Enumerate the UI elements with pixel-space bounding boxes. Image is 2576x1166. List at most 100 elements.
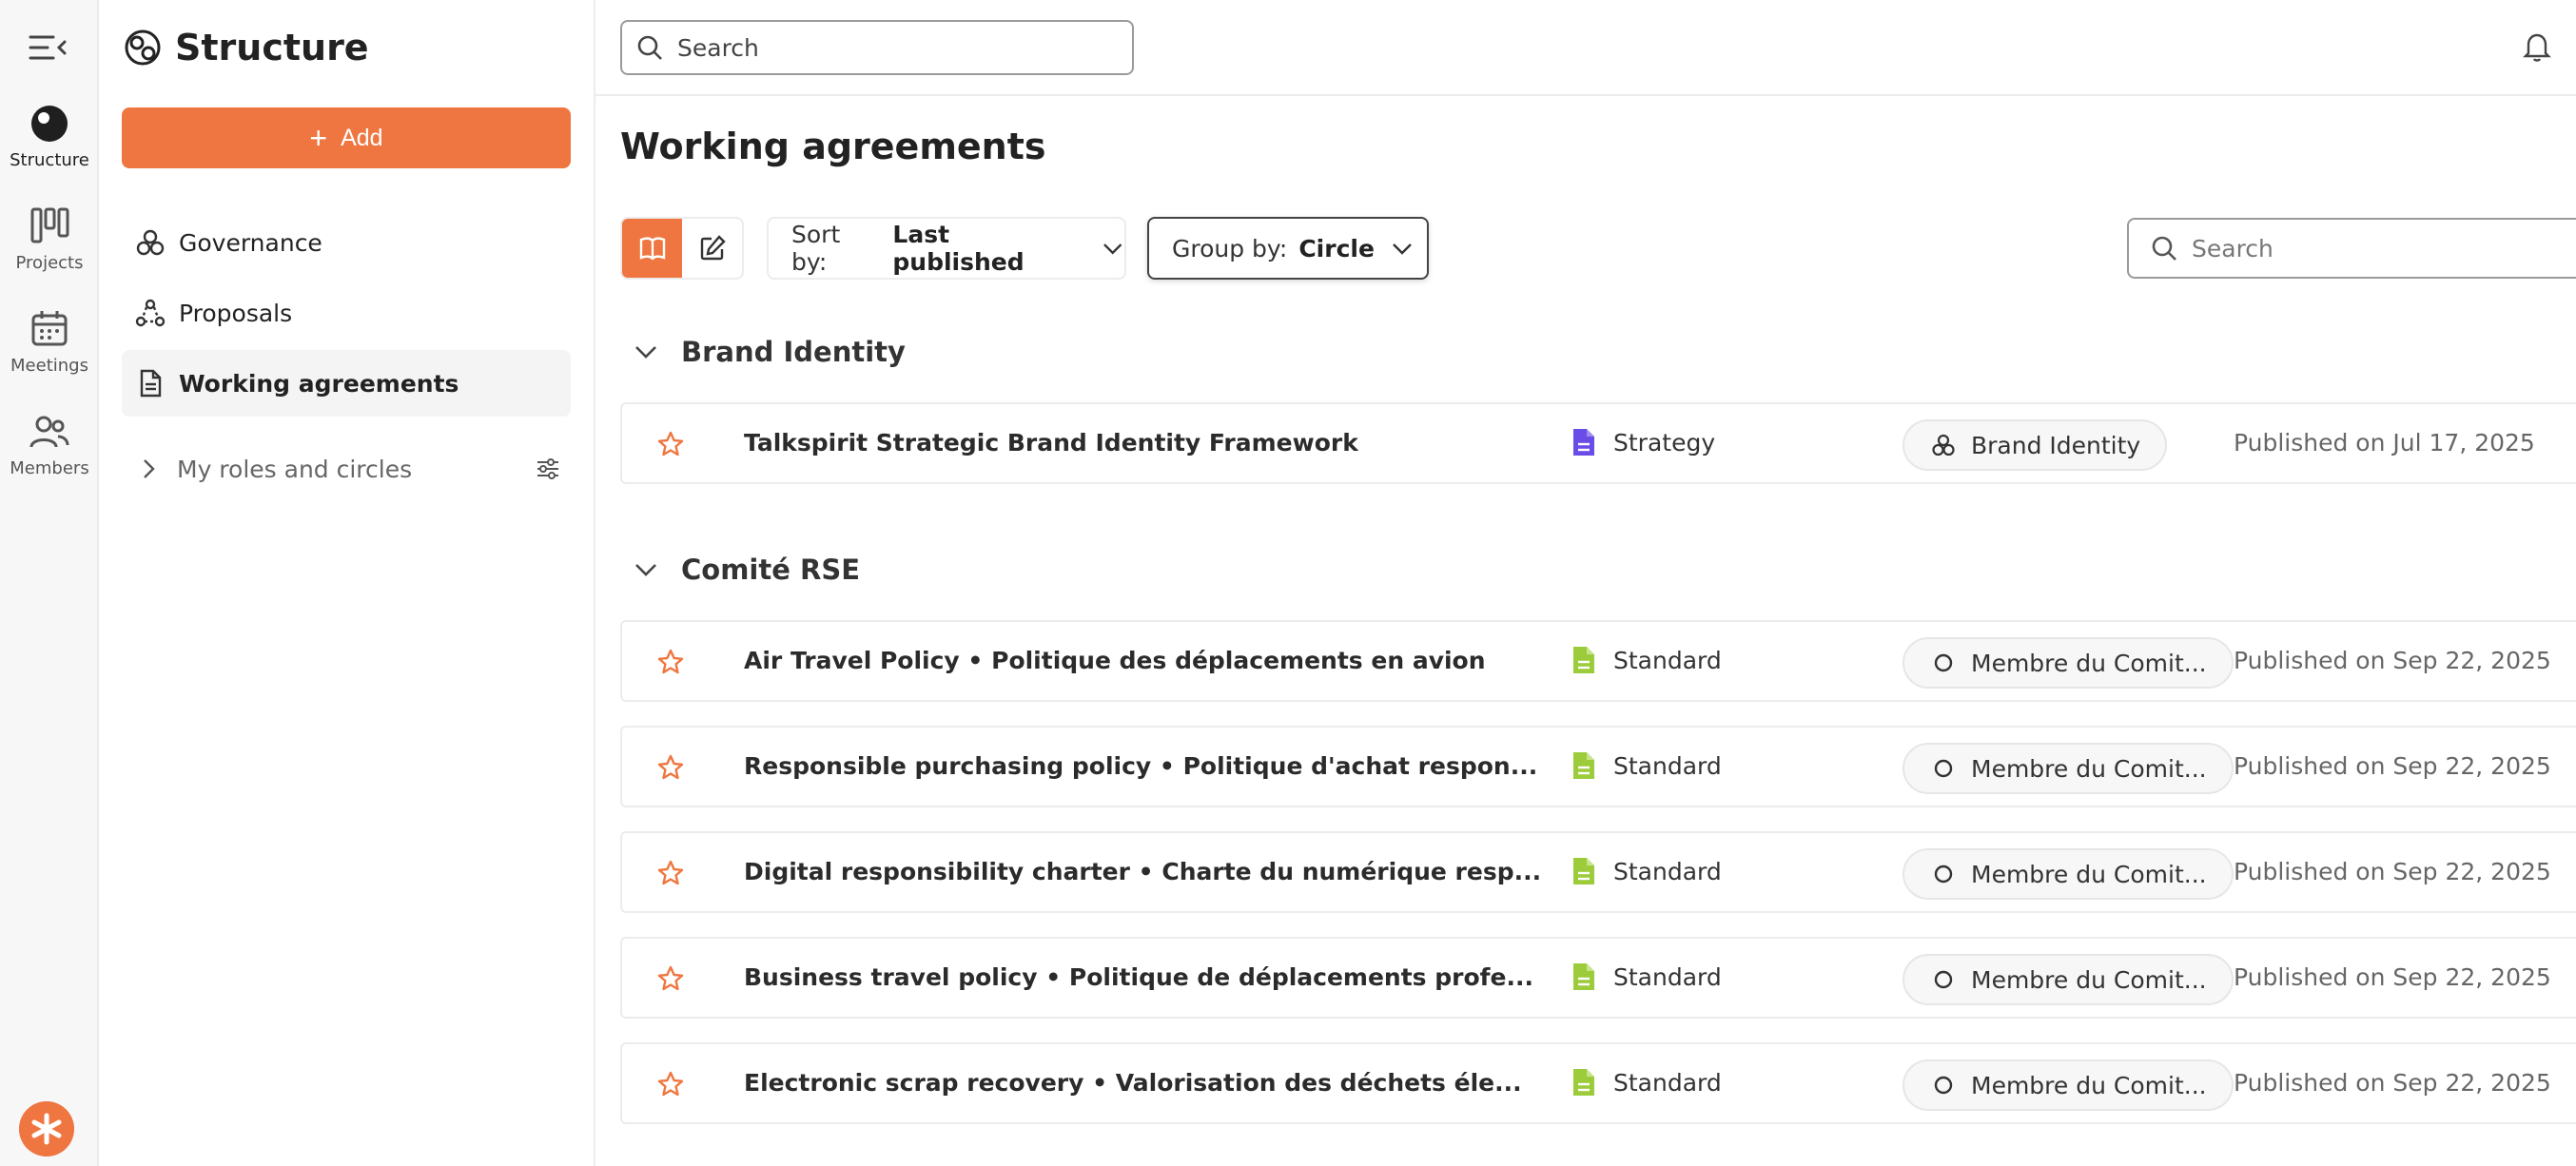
bell-icon[interactable] bbox=[2521, 30, 2553, 63]
list-search-input[interactable] bbox=[2192, 234, 2553, 262]
strategy-document-icon bbox=[1573, 429, 1594, 456]
sidebar-header: Structure bbox=[124, 23, 369, 72]
circle-badge[interactable]: Brand Identity bbox=[1903, 419, 2168, 471]
published-date: Published on Sep 22, 2025 bbox=[2234, 1069, 2551, 1097]
row-type: Standard bbox=[1571, 1067, 1722, 1098]
meetings-icon bbox=[31, 311, 68, 346]
projects-icon bbox=[30, 207, 69, 243]
circle-badge-label: Membre du Comit... bbox=[1971, 1071, 2207, 1099]
document-icon bbox=[140, 369, 162, 398]
circle-badge-label: Membre du Comit... bbox=[1971, 754, 2207, 783]
published-date: Published on Jul 17, 2025 bbox=[2234, 429, 2535, 457]
chevron-down-icon bbox=[635, 346, 656, 359]
rail-label: Structure bbox=[10, 150, 89, 170]
rail-item-structure[interactable]: Structure bbox=[0, 103, 99, 198]
circle-badge-label: Membre du Comit... bbox=[1971, 649, 2207, 677]
sidebar-item-governance[interactable]: Governance bbox=[122, 209, 571, 276]
published-date: Published on Sep 22, 2025 bbox=[2234, 752, 2551, 780]
table-row[interactable]: Air Travel Policy • Politique des déplac… bbox=[620, 620, 2576, 702]
row-title[interactable]: Talkspirit Strategic Brand Identity Fram… bbox=[744, 429, 1358, 457]
row-type-label: Strategy bbox=[1613, 428, 1716, 457]
role-circle-icon bbox=[1934, 1076, 1953, 1095]
group-header-brand-identity[interactable]: Brand Identity bbox=[632, 331, 906, 373]
sidebar-item-working-agreements[interactable]: Working agreements bbox=[122, 350, 571, 417]
star-icon[interactable] bbox=[656, 648, 685, 676]
page-title: Working agreements bbox=[620, 126, 1046, 167]
rail-label: Projects bbox=[15, 253, 84, 273]
star-icon[interactable] bbox=[656, 964, 685, 993]
global-search-input[interactable] bbox=[677, 33, 1096, 62]
global-search[interactable] bbox=[620, 20, 1134, 75]
sort-dropdown[interactable]: Sort by: Last published bbox=[767, 217, 1126, 280]
read-view-button[interactable] bbox=[622, 219, 682, 278]
circle-badge[interactable]: Membre du Comit... bbox=[1903, 954, 2234, 1005]
sidebar-title: Structure bbox=[175, 27, 369, 68]
edit-view-button[interactable] bbox=[682, 219, 742, 278]
rail-label: Members bbox=[10, 458, 89, 478]
row-type-label: Standard bbox=[1613, 962, 1722, 991]
sort-label: Sort by: bbox=[791, 221, 841, 276]
role-circle-icon bbox=[1934, 759, 1953, 778]
rail-item-projects[interactable]: Projects bbox=[0, 205, 99, 301]
filter-settings-icon[interactable] bbox=[535, 456, 561, 482]
circle-badge[interactable]: Membre du Comit... bbox=[1903, 743, 2234, 794]
sidebar-item-label: Working agreements bbox=[179, 369, 459, 398]
circle-badge-label: Brand Identity bbox=[1971, 431, 2141, 459]
app-logo-icon[interactable] bbox=[19, 1101, 74, 1156]
members-icon bbox=[29, 416, 69, 448]
add-button[interactable]: + Add bbox=[122, 107, 571, 168]
published-date: Published on Sep 22, 2025 bbox=[2234, 963, 2551, 991]
role-circle-icon bbox=[1934, 865, 1953, 884]
table-row[interactable]: Digital responsibility charter • Charte … bbox=[620, 831, 2576, 913]
standard-document-icon bbox=[1573, 858, 1594, 884]
group-value: Circle bbox=[1298, 234, 1375, 262]
table-row[interactable]: Talkspirit Strategic Brand Identity Fram… bbox=[620, 402, 2576, 484]
my-roles-and-circles[interactable]: My roles and circles bbox=[122, 439, 571, 498]
structure-outline-icon bbox=[125, 29, 161, 66]
sidebar: Structure + Add Governance Proposals Wor… bbox=[99, 0, 595, 1166]
row-title[interactable]: Responsible purchasing policy • Politiqu… bbox=[744, 752, 1537, 780]
row-title[interactable]: Digital responsibility charter • Charte … bbox=[744, 858, 1541, 885]
row-title[interactable]: Electronic scrap recovery • Valorisation… bbox=[744, 1069, 1522, 1097]
plus-icon: + bbox=[309, 121, 328, 155]
circle-badge[interactable]: Membre du Comit... bbox=[1903, 637, 2234, 689]
circle-badge[interactable]: Membre du Comit... bbox=[1903, 848, 2234, 900]
group-label: Group by: bbox=[1172, 234, 1288, 262]
star-icon[interactable] bbox=[656, 859, 685, 887]
row-title[interactable]: Business travel policy • Politique de dé… bbox=[744, 963, 1533, 991]
table-row[interactable]: Business travel policy • Politique de dé… bbox=[620, 937, 2576, 1019]
circle-badge-label: Membre du Comit... bbox=[1971, 965, 2207, 994]
circle-badge-label: Membre du Comit... bbox=[1971, 860, 2207, 888]
sidebar-item-label: Governance bbox=[179, 228, 322, 257]
star-icon[interactable] bbox=[656, 1070, 685, 1098]
star-icon[interactable] bbox=[656, 753, 685, 782]
group-dropdown[interactable]: Group by: Circle bbox=[1147, 217, 1429, 280]
published-date: Published on Sep 22, 2025 bbox=[2234, 647, 2551, 674]
search-icon bbox=[2152, 236, 2176, 261]
group-header-comite-rse[interactable]: Comité RSE bbox=[632, 549, 860, 591]
row-type: Standard bbox=[1571, 645, 1722, 675]
row-title[interactable]: Air Travel Policy • Politique des déplac… bbox=[744, 647, 1486, 674]
list-search[interactable] bbox=[2127, 218, 2576, 279]
proposals-icon bbox=[135, 299, 166, 327]
edit-icon bbox=[700, 235, 726, 261]
rail-item-meetings[interactable]: Meetings bbox=[0, 308, 99, 403]
chevron-down-icon bbox=[1393, 243, 1412, 255]
table-row[interactable]: Electronic scrap recovery • Valorisation… bbox=[620, 1042, 2576, 1124]
chevron-down-icon bbox=[1103, 243, 1122, 255]
app-rail: Structure Projects Meetings Members bbox=[0, 0, 99, 1166]
book-icon bbox=[639, 237, 665, 261]
table-row[interactable]: Responsible purchasing policy • Politiqu… bbox=[620, 726, 2576, 807]
row-type-label: Standard bbox=[1613, 1068, 1722, 1097]
chevron-right-icon bbox=[144, 459, 155, 478]
circle-badge[interactable]: Membre du Comit... bbox=[1903, 1059, 2234, 1111]
rail-item-members[interactable]: Members bbox=[0, 411, 99, 506]
standard-document-icon bbox=[1573, 1069, 1594, 1096]
star-icon[interactable] bbox=[656, 430, 685, 458]
sidebar-item-proposals[interactable]: Proposals bbox=[122, 280, 571, 346]
row-type: Standard bbox=[1571, 750, 1722, 781]
role-circle-icon bbox=[1934, 970, 1953, 989]
published-date: Published on Sep 22, 2025 bbox=[2234, 858, 2551, 885]
collapse-menu-icon[interactable] bbox=[27, 29, 68, 67]
add-button-label: Add bbox=[341, 124, 383, 151]
